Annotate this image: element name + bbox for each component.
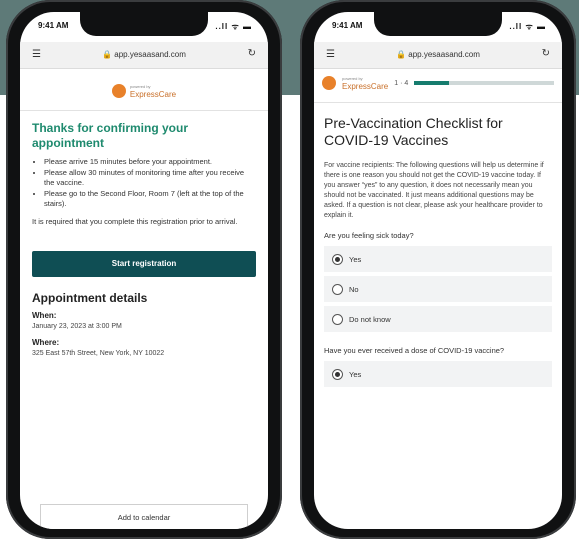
right-page-content: powered by ExpressCare 1 · 4 Pre-Vaccina… (314, 70, 562, 529)
phone-notch (80, 12, 208, 36)
left-page-content: powered by ExpressCare Thanks for confir… (20, 70, 268, 529)
list-item: Please go to the Second Floor, Room 7 (l… (44, 189, 256, 209)
option-yes[interactable]: Yes (324, 246, 552, 272)
logo-brand: ExpressCare (342, 82, 389, 91)
divider (20, 110, 268, 111)
option-yes-q2[interactable]: Yes (324, 361, 552, 387)
when-label: When: (32, 311, 57, 320)
phone-notch (374, 12, 502, 36)
logo-mark-icon (322, 76, 336, 90)
registration-note: It is required that you complete this re… (32, 217, 238, 226)
status-time: 9:41 AM (332, 21, 363, 30)
list-item: Please allow 30 minutes of monitoring ti… (44, 168, 256, 188)
phone-right-screen: 9:41 AM ..ll ᯤ ▬ ☰ 🔒 app.yesaasand.com ↻… (314, 12, 562, 529)
intro-text: For vaccine recipients: The following qu… (324, 162, 544, 219)
signal-battery-icon: ..ll ᯤ ▬ (509, 22, 546, 31)
start-registration-button[interactable]: Start registration (32, 251, 256, 277)
option-do-not-know[interactable]: Do not know (324, 306, 552, 332)
url-text[interactable]: 🔒 app.yesaasand.com (20, 50, 268, 59)
logo-mark-icon (111, 84, 126, 98)
list-item: Please arrive 15 minutes before your app… (44, 157, 256, 167)
option-no[interactable]: No (324, 276, 552, 302)
option-label: No (349, 284, 359, 294)
progress-header: powered by ExpressCare 1 · 4 (314, 70, 562, 96)
checklist-title: Pre-Vaccination Checklist for COVID-19 V… (324, 115, 503, 148)
browser-url-bar[interactable]: ☰ 🔒 app.yesaasand.com ↻ (20, 42, 268, 69)
where-value: 325 East 57th Street, New York, NY 10022 (32, 350, 165, 357)
logo-brand: ExpressCare (129, 90, 177, 99)
phone-left-screen: 9:41 AM ..ll ᯤ ▬ ☰ 🔒 app.yesaasand.com ↻… (20, 12, 268, 529)
radio-selected-icon[interactable] (332, 368, 343, 380)
phone-left: 9:41 AM ..ll ᯤ ▬ ☰ 🔒 app.yesaasand.com ↻… (6, 0, 282, 539)
browser-url-bar[interactable]: ☰ 🔒 app.yesaasand.com ↻ (314, 42, 562, 69)
divider (314, 102, 562, 103)
question-prior-dose: Have you ever received a dose of COVID-1… (324, 346, 505, 355)
url-text[interactable]: 🔒 app.yesaasand.com (314, 50, 562, 59)
reload-icon[interactable]: ↻ (248, 48, 256, 59)
where-label: Where: (32, 338, 60, 347)
question-sick-today: Are you feeling sick today? (324, 231, 414, 240)
reload-icon[interactable]: ↻ (542, 48, 550, 59)
option-label: Yes (349, 254, 362, 264)
status-time: 9:41 AM (38, 21, 69, 30)
confirm-title: Thanks for confirming your appointment (32, 121, 189, 150)
instructions-list: Please arrive 15 minutes before your app… (44, 157, 256, 209)
when-value: January 23, 2023 at 3:00 PM (32, 323, 122, 330)
option-label: Yes (349, 369, 362, 379)
radio-selected-icon[interactable] (332, 253, 343, 265)
progress-bar-fill (414, 81, 450, 85)
appointment-details-title: Appointment details (32, 291, 148, 305)
radio-icon[interactable] (332, 283, 343, 295)
phone-right: 9:41 AM ..ll ᯤ ▬ ☰ 🔒 app.yesaasand.com ↻… (300, 0, 576, 539)
progress-bar (414, 81, 554, 85)
signal-battery-icon: ..ll ᯤ ▬ (215, 22, 252, 31)
step-indicator: 1 · 4 (394, 79, 409, 87)
radio-icon[interactable] (332, 313, 343, 325)
add-to-calendar-button[interactable]: Add to calendar (40, 504, 248, 529)
expresscare-logo: powered by ExpressCare (20, 70, 268, 104)
option-label: Do not know (349, 314, 391, 324)
